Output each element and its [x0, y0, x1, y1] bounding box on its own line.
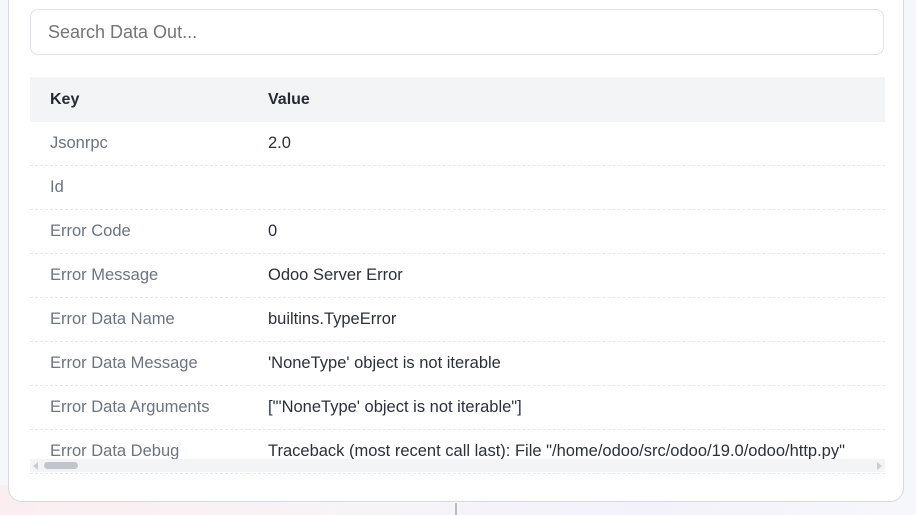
- row-value: ["'NoneType' object is not iterable"]: [248, 385, 885, 430]
- table-row: Jsonrpc 2.0: [30, 122, 885, 166]
- row-value: 0: [248, 209, 885, 254]
- header-value: Value: [268, 90, 310, 108]
- data-table-container[interactable]: Key Value Jsonrpc 2.0 Id Error Code 0 Er…: [30, 77, 885, 477]
- flow-connector: [455, 503, 457, 515]
- table-row: Error Data Name builtins.TypeError: [30, 297, 885, 342]
- row-value: Odoo Server Error: [248, 253, 885, 298]
- scrollbar-thumb[interactable]: [44, 462, 78, 469]
- search-input[interactable]: [30, 9, 884, 55]
- table-row: Error Code 0: [30, 209, 885, 254]
- row-key: Error Data Name: [30, 297, 248, 342]
- row-value: [248, 165, 885, 210]
- table-row: Error Data Arguments ["'NoneType' object…: [30, 385, 885, 430]
- data-table: Key Value Jsonrpc 2.0 Id Error Code 0 Er…: [30, 77, 885, 474]
- row-value: 2.0: [248, 122, 885, 166]
- row-value: 'NoneType' object is not iterable: [248, 341, 885, 386]
- horizontal-scrollbar[interactable]: [30, 459, 885, 472]
- table-row: Error Data Message 'NoneType' object is …: [30, 341, 885, 386]
- row-key: Error Message: [30, 253, 248, 298]
- row-key: Id: [30, 165, 248, 210]
- header-key: Key: [50, 90, 80, 108]
- table-row: Id: [30, 165, 885, 210]
- row-key: Error Data Arguments: [30, 385, 248, 430]
- row-key: Error Data Message: [30, 341, 248, 386]
- row-key: Error Code: [30, 209, 248, 254]
- table-row: Error Message Odoo Server Error: [30, 253, 885, 298]
- row-value: builtins.TypeError: [248, 297, 885, 342]
- table-header-row: Key Value: [30, 77, 885, 122]
- data-out-panel: Key Value Jsonrpc 2.0 Id Error Code 0: [8, 0, 904, 502]
- scroll-left-arrow-icon[interactable]: [33, 462, 38, 470]
- row-key: Jsonrpc: [30, 122, 248, 166]
- scroll-right-arrow-icon[interactable]: [877, 462, 882, 470]
